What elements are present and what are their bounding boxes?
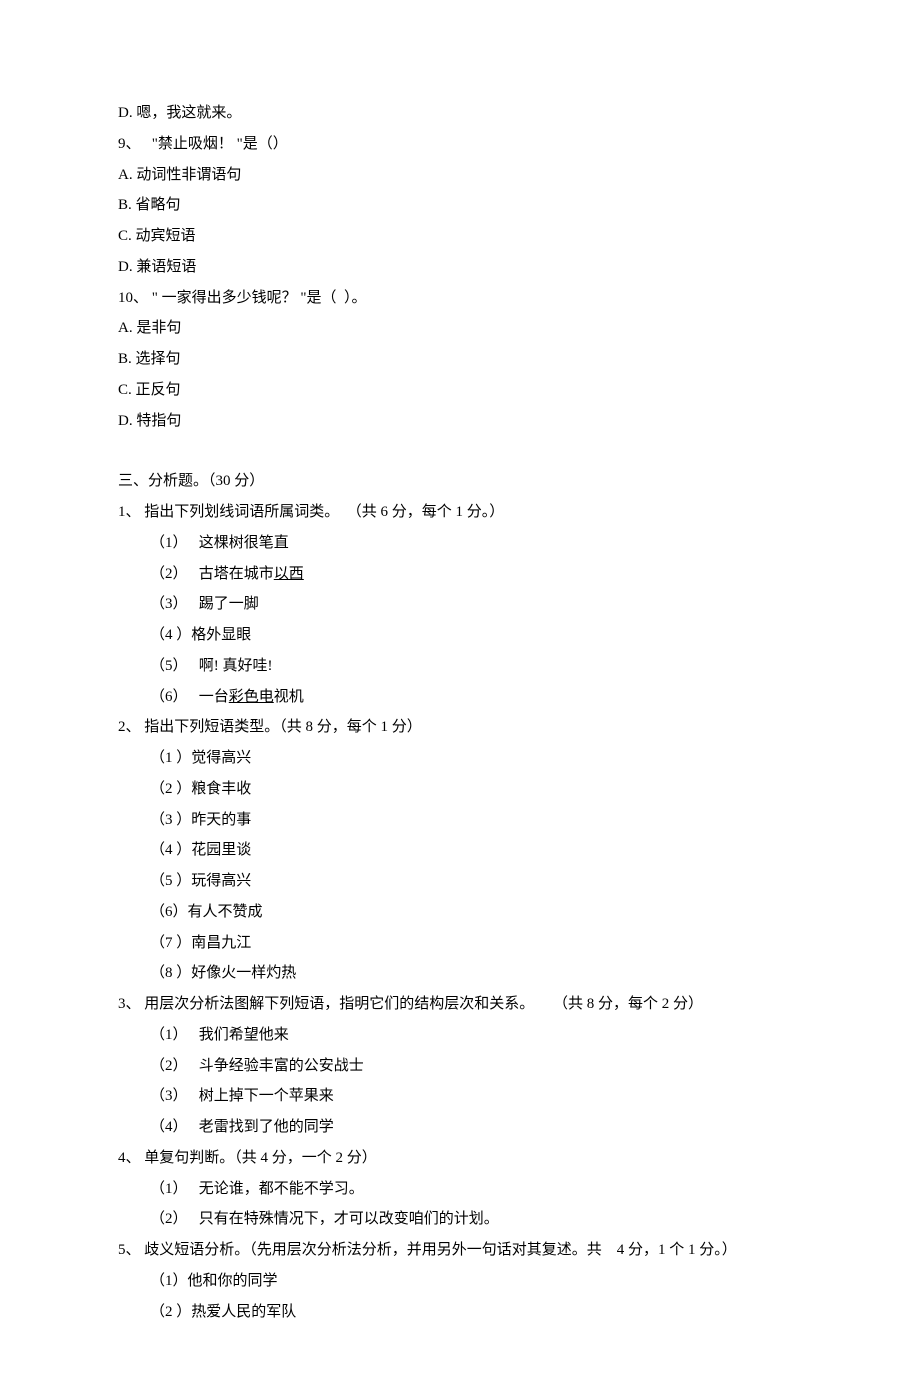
analysis-5-stem: 5、 歧义短语分析。（先用层次分析法分析，并用另外一句话对其复述。共 4 分，1…	[118, 1235, 802, 1266]
q9-option-b: B. 省略句	[118, 190, 802, 221]
q8-option-d: D. 嗯，我这就来。	[118, 98, 802, 129]
analysis-1-item-2: （2） 古塔在城市以西	[118, 559, 802, 590]
analysis-2-item-2: （2 ）粮食丰收	[118, 774, 802, 805]
analysis-1-item-2-text: （2） 古塔在城市	[150, 566, 274, 582]
analysis-3-item-4: （4） 老雷找到了他的同学	[118, 1112, 802, 1143]
analysis-2-item-8: （8 ）好像火一样灼热	[118, 958, 802, 989]
analysis-3-item-1: （1） 我们希望他来	[118, 1020, 802, 1051]
analysis-1-item-5: （5） 啊! 真好哇!	[118, 651, 802, 682]
analysis-2-item-5: （5 ）玩得高兴	[118, 866, 802, 897]
analysis-2-stem: 2、 指出下列短语类型。（共 8 分，每个 1 分）	[118, 712, 802, 743]
analysis-1-stem: 1、 指出下列划线词语所属词类。 （共 6 分，每个 1 分。）	[118, 497, 802, 528]
q9-option-a: A. 动词性非谓语句	[118, 160, 802, 191]
q9-option-d: D. 兼语短语	[118, 252, 802, 283]
analysis-4-item-2: （2） 只有在特殊情况下，才可以改变咱们的计划。	[118, 1204, 802, 1235]
q9-stem: 9、 "禁止吸烟！ "是（）	[118, 129, 802, 160]
q10-stem: 10、 " 一家得出多少钱呢？ "是（ ）。	[118, 283, 802, 314]
q10-option-b: B. 选择句	[118, 344, 802, 375]
analysis-3-stem: 3、 用层次分析法图解下列短语，指明它们的结构层次和关系。 （共 8 分，每个 …	[118, 989, 802, 1020]
analysis-2-item-4: （4 ）花园里谈	[118, 835, 802, 866]
analysis-5-item-2: （2 ）热爱人民的军队	[118, 1297, 802, 1328]
q10-option-d: D. 特指句	[118, 406, 802, 437]
analysis-2-item-3: （3 ）昨天的事	[118, 805, 802, 836]
q10-option-c: C. 正反句	[118, 375, 802, 406]
analysis-3-item-3: （3） 树上掉下一个苹果来	[118, 1081, 802, 1112]
section-3-header: 三、分析题。（30 分）	[118, 466, 802, 497]
analysis-4-item-1: （1） 无论谁，都不能不学习。	[118, 1174, 802, 1205]
analysis-4-stem: 4、 单复句判断。（共 4 分，一个 2 分）	[118, 1143, 802, 1174]
q10-option-a: A. 是非句	[118, 313, 802, 344]
analysis-2-item-1: （1 ）觉得高兴	[118, 743, 802, 774]
analysis-1-item-6: （6） 一台彩色电视机	[118, 682, 802, 713]
analysis-1-item-6-underline: 彩色电	[229, 689, 274, 705]
analysis-5-item-1: （1）他和你的同学	[118, 1266, 802, 1297]
analysis-1-item-4: （4 ）格外显眼	[118, 620, 802, 651]
analysis-1-item-1: （1） 这棵树很笔直	[118, 528, 802, 559]
analysis-1-item-6-text-a: （6） 一台	[150, 689, 229, 705]
analysis-2-item-7: （7 ）南昌九江	[118, 928, 802, 959]
q9-option-c: C. 动宾短语	[118, 221, 802, 252]
analysis-2-item-6: （6）有人不赞成	[118, 897, 802, 928]
analysis-3-item-2: （2） 斗争经验丰富的公安战士	[118, 1051, 802, 1082]
analysis-1-item-3: （3） 踢了一脚	[118, 589, 802, 620]
analysis-1-item-6-text-b: 视机	[274, 689, 304, 705]
analysis-1-item-2-underline: 以西	[274, 566, 304, 582]
